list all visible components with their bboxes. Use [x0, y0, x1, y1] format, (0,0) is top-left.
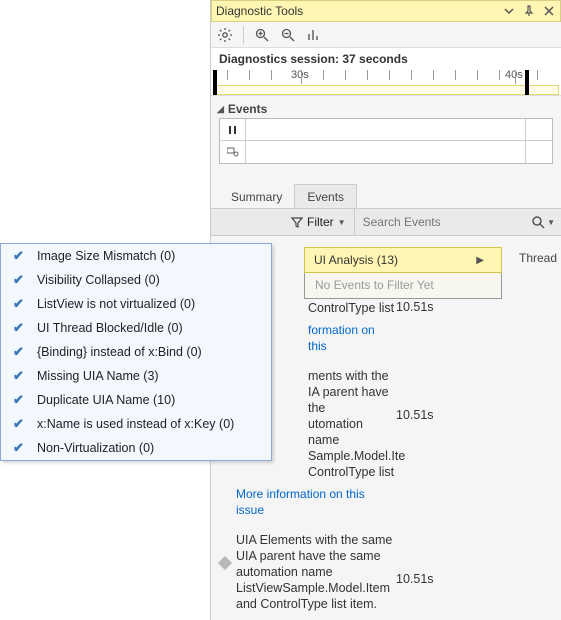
events-mini-grid [219, 118, 553, 164]
caret-down-icon: ▼ [338, 218, 346, 227]
check-icon: ✔ [13, 320, 27, 336]
submenu-item[interactable]: ✔Duplicate UIA Name (10) [1, 388, 271, 412]
titlebar: Diagnostic Tools [211, 0, 561, 22]
check-icon: ✔ [13, 416, 27, 432]
submenu-item[interactable]: ✔ListView is not virtualized (0) [1, 292, 271, 316]
submenu-item[interactable]: ✔UI Thread Blocked/Idle (0) [1, 316, 271, 340]
toolbar [211, 22, 561, 48]
search-input[interactable] [361, 214, 531, 230]
event-link[interactable]: More information on this issue [236, 486, 396, 518]
submenu-item[interactable]: ✔Visibility Collapsed (0) [1, 268, 271, 292]
events-section-header[interactable]: ◢ Events [211, 96, 561, 118]
menu-item-ui-analysis[interactable]: UI Analysis (13) ▶ [304, 247, 502, 273]
event-duration: 10.51s [396, 368, 446, 480]
check-icon: ✔ [13, 296, 27, 312]
filter-menu: UI Analysis (13) ▶ No Events to Filter Y… [304, 247, 502, 299]
search-box[interactable]: ▼ [355, 214, 561, 230]
filter-bar: Filter ▼ ▼ [211, 208, 561, 236]
session-label: Diagnostics session: 37 seconds [211, 48, 561, 70]
check-icon: ✔ [13, 440, 27, 456]
submenu-item[interactable]: ✔Image Size Mismatch (0) [1, 244, 271, 268]
submenu-item[interactable]: ✔Missing UIA Name (3) [1, 364, 271, 388]
pause-button[interactable] [220, 119, 246, 140]
filter-button[interactable]: Filter ▼ [283, 209, 355, 235]
separator [243, 26, 244, 44]
tab-events[interactable]: Events [294, 184, 357, 208]
event-duration: 10.51s [396, 532, 446, 612]
check-icon: ✔ [13, 368, 27, 384]
ui-analysis-submenu: ✔Image Size Mismatch (0) ✔Visibility Col… [0, 243, 272, 461]
submenu-item[interactable]: ✔{Binding} instead of x:Bind (0) [1, 340, 271, 364]
tab-strip: Summary Events [211, 182, 561, 208]
tab-summary[interactable]: Summary [219, 185, 294, 208]
column-thread[interactable]: Thread [519, 251, 557, 265]
dropdown-icon[interactable] [502, 4, 516, 18]
submenu-item[interactable]: ✔x:Name is used instead of x:Key (0) [1, 412, 271, 436]
tick-label-40s: 40s [505, 69, 523, 81]
zoom-out-icon[interactable] [280, 27, 296, 43]
check-icon: ✔ [13, 248, 27, 264]
submenu-arrow-icon: ▶ [476, 255, 484, 266]
event-description: UIA Elements with the same UIA parent ha… [236, 532, 396, 612]
tick-label-30s: 30s [291, 69, 309, 81]
zoom-in-icon[interactable] [254, 27, 270, 43]
events-content: ControlType list 10.51s formation on thi… [236, 300, 478, 620]
event-duration: 10.51s [396, 300, 446, 316]
filter-label: Filter [307, 215, 334, 229]
filter-icon [291, 216, 303, 228]
submenu-item[interactable]: ✔Non-Virtualization (0) [1, 436, 271, 460]
title-text: Diagnostic Tools [216, 4, 496, 18]
close-icon[interactable] [542, 4, 556, 18]
intellitrace-icon[interactable] [220, 141, 246, 163]
events-header-text: Events [228, 102, 267, 116]
check-icon: ✔ [13, 344, 27, 360]
collapse-icon: ◢ [217, 104, 224, 115]
menu-item-none: No Events to Filter Yet [305, 272, 501, 298]
check-icon: ✔ [13, 272, 27, 288]
search-icon[interactable] [531, 215, 545, 229]
chart-icon[interactable] [306, 27, 322, 43]
settings-icon[interactable] [217, 27, 233, 43]
check-icon: ✔ [13, 392, 27, 408]
search-options-icon[interactable]: ▼ [547, 218, 555, 227]
pin-icon[interactable] [522, 4, 536, 18]
timeline[interactable]: 30s 40s [211, 70, 561, 96]
